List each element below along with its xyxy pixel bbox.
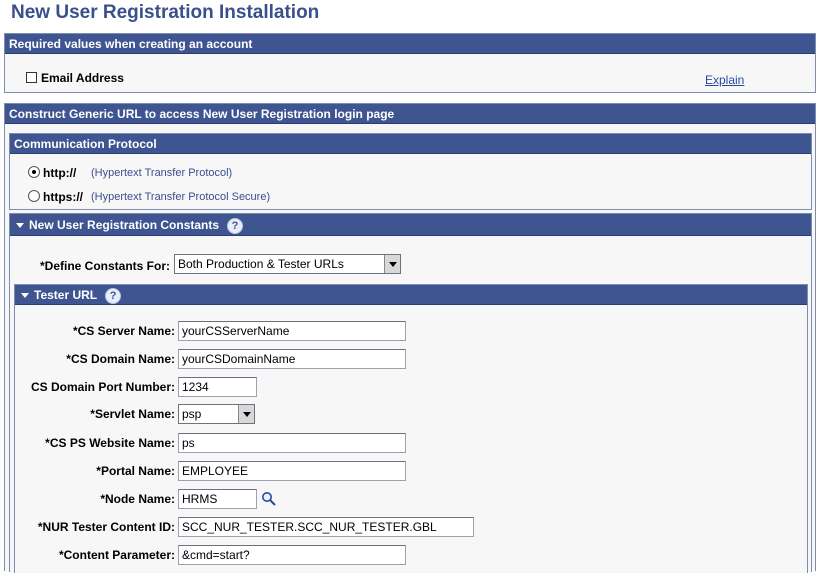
page-title: New User Registration Installation bbox=[11, 2, 320, 23]
triangle-down-icon[interactable] bbox=[16, 222, 24, 228]
portal-name-input[interactable]: EMPLOYEE bbox=[178, 461, 406, 481]
website-name-input[interactable]: ps bbox=[178, 433, 406, 453]
define-constants-dropdown[interactable]: Both Production & Tester URLs bbox=[174, 254, 401, 274]
node-name-label: *Node Name: bbox=[100, 492, 175, 506]
protocol-section: Communication Protocol http:// (Hypertex… bbox=[9, 133, 812, 210]
website-name-label: *CS PS Website Name: bbox=[45, 436, 175, 450]
tester-url-header[interactable]: Tester URL? bbox=[15, 285, 807, 305]
content-parameter-label: *Content Parameter: bbox=[58, 548, 175, 562]
http-description: (Hypertext Transfer Protocol) bbox=[91, 167, 233, 179]
help-icon[interactable]: ? bbox=[227, 217, 244, 234]
https-radio[interactable] bbox=[28, 190, 40, 202]
content-id-input[interactable]: SCC_NUR_TESTER.SCC_NUR_TESTER.GBL bbox=[178, 517, 474, 537]
servlet-name-value: psp bbox=[182, 407, 202, 421]
portal-name-label: *Portal Name: bbox=[96, 464, 175, 478]
servlet-name-dropdown[interactable]: psp bbox=[178, 404, 255, 424]
tester-url-title: Tester URL bbox=[34, 288, 98, 302]
cs-domain-port-input[interactable]: 1234 bbox=[178, 377, 257, 397]
https-description: (Hypertext Transfer Protocol Secure) bbox=[91, 191, 271, 203]
cs-domain-name-input[interactable]: yourCSDomainName bbox=[178, 349, 406, 369]
required-values-header: Required values when creating an account bbox=[5, 34, 815, 54]
magnifier-icon[interactable] bbox=[261, 491, 277, 507]
chevron-down-icon[interactable] bbox=[384, 255, 400, 273]
cs-domain-port-label: CS Domain Port Number: bbox=[30, 380, 175, 394]
nur-constants-section: New User Registration Constants? *Define… bbox=[9, 213, 812, 573]
node-name-input[interactable]: HRMS bbox=[178, 489, 257, 509]
construct-url-section: Construct Generic URL to access New User… bbox=[4, 103, 816, 573]
http-label: http:// bbox=[43, 166, 77, 180]
nur-constants-title: New User Registration Constants bbox=[29, 218, 220, 232]
cs-domain-name-label: *CS Domain Name: bbox=[66, 352, 175, 366]
http-radio[interactable] bbox=[28, 166, 40, 178]
define-constants-label: *Define Constants For: bbox=[39, 259, 170, 273]
cs-server-name-input[interactable]: yourCSServerName bbox=[178, 321, 406, 341]
help-icon[interactable]: ? bbox=[105, 287, 122, 304]
cs-server-name-label: *CS Server Name: bbox=[72, 324, 175, 338]
chevron-down-icon[interactable] bbox=[238, 405, 254, 423]
email-address-label: Email Address bbox=[41, 71, 124, 85]
explain-link[interactable]: Explain bbox=[705, 73, 744, 87]
servlet-name-label: *Servlet Name: bbox=[90, 407, 175, 421]
email-address-checkbox[interactable] bbox=[26, 72, 37, 83]
define-constants-value: Both Production & Tester URLs bbox=[178, 257, 344, 271]
tester-url-section: Tester URL? *CS Server Name: yourCSServe… bbox=[14, 284, 808, 573]
triangle-down-icon[interactable] bbox=[21, 292, 29, 298]
https-label: https:// bbox=[43, 190, 83, 204]
construct-url-header: Construct Generic URL to access New User… bbox=[5, 104, 815, 124]
required-values-section: Required values when creating an account… bbox=[4, 33, 816, 93]
protocol-header: Communication Protocol bbox=[10, 134, 811, 154]
content-id-label: *NUR Tester Content ID: bbox=[37, 520, 175, 534]
nur-constants-header[interactable]: New User Registration Constants? bbox=[10, 214, 811, 236]
content-parameter-input[interactable]: &cmd=start? bbox=[178, 545, 406, 565]
